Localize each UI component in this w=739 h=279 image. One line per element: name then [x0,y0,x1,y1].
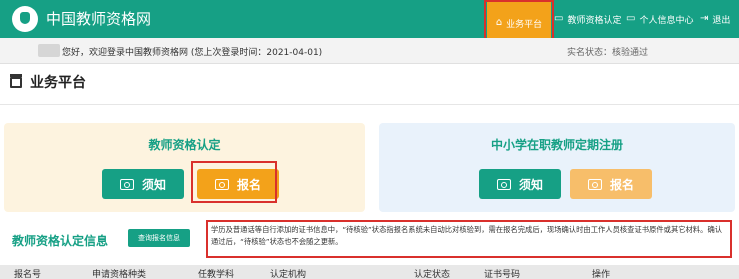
logout-icon: ⇥ [700,13,709,24]
top-header: 中国教师资格网 ⌂ 业务平台 ▭ 教师资格认定 ▭ 个人信息中心 ⇥ 退出 [0,0,739,46]
page-title: 业务平台 [30,75,86,91]
monitor-icon: ▭ [554,13,564,24]
registration-notice-label: 须知 [518,177,543,192]
teacher-cert-notice-label: 须知 [141,177,166,192]
column-header: 申请资格种类 [92,270,147,279]
blurred-username [38,44,60,57]
cert-info-title: 教师资格认定信息 [12,234,109,248]
notice-icon [496,178,511,190]
card-teacher-cert: 教师资格认定 须知 报名 [4,123,365,212]
registration-apply-button[interactable]: 报名 [570,169,652,199]
teacher-cert-notice-button[interactable]: 须知 [102,169,184,199]
registration-apply-label: 报名 [609,177,634,192]
card-periodic-registration-title: 中小学在职教师定期注册 [490,138,623,152]
nav-teacher-cert-label: 教师资格认定 [567,15,622,26]
site-title: 中国教师资格网 [46,10,152,28]
column-header: 报名号 [14,270,42,279]
highlight-box-apply [191,161,277,203]
card-teacher-cert-title: 教师资格认定 [148,138,221,152]
verify-status: 实名状态：核验通过 [567,48,649,58]
card-periodic-registration: 中小学在职教师定期注册 须知 报名 [379,123,735,212]
registration-notice-button[interactable]: 须知 [479,169,561,199]
nav-personal-center[interactable]: ▭ 个人信息中心 [626,0,693,38]
site-logo-icon [12,6,38,32]
welcome-greeting: 您好，欢迎登录中国教师资格网 (您上次登录时间：2021-04-01) [62,48,323,58]
nav-logout-label: 退出 [712,15,731,26]
nav-teacher-cert[interactable]: ▭ 教师资格认定 [554,0,621,38]
notice-icon [119,178,134,190]
divider [0,104,739,105]
apply-icon [587,178,602,190]
column-header: 操作 [592,270,611,279]
column-header: 认定机构 [270,270,307,279]
query-registration-button[interactable]: 查询报名信息 [128,229,190,247]
nav-logout[interactable]: ⇥ 退出 [700,0,730,38]
welcome-bar: 您好，欢迎登录中国教师资格网 (您上次登录时间：2021-04-01) 实名状态… [0,38,739,64]
monitor-icon: ▭ [626,13,636,24]
briefcase-icon [10,73,22,88]
nav-personal-center-label: 个人信息中心 [639,15,694,26]
column-header: 认定状态 [414,270,451,279]
highlight-box-notice [206,220,732,258]
page-title-row: 业务平台 [10,72,86,92]
column-header: 证书号码 [484,270,521,279]
table-header: 报名号 申请资格种类 任教学科 认定机构 认定状态 证书号码 操作 [0,265,739,279]
column-header: 任教学科 [198,270,235,279]
